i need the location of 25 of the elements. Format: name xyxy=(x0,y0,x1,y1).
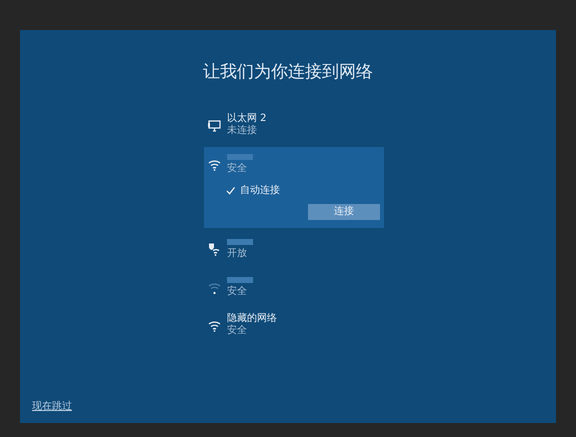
network-status: 安全 xyxy=(227,324,248,336)
page-title: 让我们为你连接到网络 xyxy=(203,61,373,84)
network-status: 安全 xyxy=(227,286,248,298)
network-item[interactable]: 隐藏的网络 安全 xyxy=(204,308,384,342)
network-name: 隐藏的网络 xyxy=(227,312,277,324)
redacted-name xyxy=(227,238,253,244)
wifi-icon xyxy=(208,318,221,332)
wifi-shield-icon xyxy=(208,242,221,256)
network-status: 开放 xyxy=(227,248,248,260)
weak-wifi-icon xyxy=(208,280,221,294)
checkbox[interactable] xyxy=(226,186,235,194)
network-item[interactable]: 以太网 2 未连接 xyxy=(204,108,384,142)
connect-button[interactable]: 连接 xyxy=(308,204,380,220)
network-status: 未连接 xyxy=(227,124,258,136)
redacted-name xyxy=(227,154,253,160)
skip-link[interactable]: 现在跳过 xyxy=(32,399,72,414)
network-card[interactable]: 安全 自动连接 连接 xyxy=(204,146,384,228)
network-status: 安全 xyxy=(227,162,248,174)
wifi-icon xyxy=(208,158,221,170)
monitor-icon xyxy=(208,118,221,132)
checkbox-label: 自动连接 xyxy=(240,184,280,198)
network-item[interactable]: 安全 xyxy=(204,270,384,304)
redacted-name xyxy=(227,276,253,282)
network-name: 以太网 2 xyxy=(227,112,267,124)
network-item[interactable]: 开放 xyxy=(204,232,384,266)
